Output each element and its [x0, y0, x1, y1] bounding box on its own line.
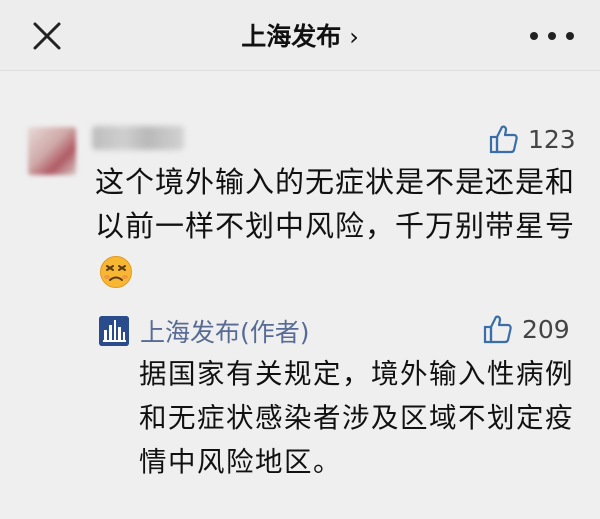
reply-text: 据国家有关规定，境外输入性病例和无症状感染者涉及区域不划定疫情中风险地区。 — [139, 358, 574, 478]
comment-text: 这个境外输入的无症状是不是还是和以前一样不划中风险，千万别带星号 — [95, 160, 580, 292]
reply-author-name[interactable]: 上海发布(作者) — [140, 313, 310, 349]
more-icon-dot — [548, 32, 556, 40]
annoyed-emoji-icon — [100, 256, 132, 288]
page-title: 上海发布 — [241, 22, 342, 51]
more-icon — [530, 32, 538, 40]
reply-like-button[interactable]: 209 — [482, 313, 570, 345]
more-icon-dot — [566, 32, 574, 40]
close-icon — [33, 22, 61, 50]
chevron-right-icon: › — [349, 23, 359, 51]
top-bar: 上海发布 › — [0, 0, 600, 71]
commenter-name-blurred — [92, 126, 184, 150]
comment-like-count: 123 — [528, 124, 576, 154]
reply-author-logo[interactable] — [99, 316, 129, 346]
thumbs-up-icon — [489, 125, 518, 154]
commenter-avatar[interactable] — [28, 127, 76, 175]
skyline-logo-icon — [99, 316, 129, 346]
comment-text-content: 这个境外输入的无症状是不是还是和以前一样不划中风险，千万别带星号 — [95, 165, 576, 243]
reply-like-count: 209 — [522, 314, 570, 344]
close-button[interactable] — [28, 17, 66, 55]
account-title-link[interactable]: 上海发布 › — [241, 17, 359, 53]
more-button[interactable] — [530, 24, 574, 48]
thumbs-up-icon — [483, 315, 512, 344]
comment-like-button[interactable]: 123 — [488, 123, 576, 155]
